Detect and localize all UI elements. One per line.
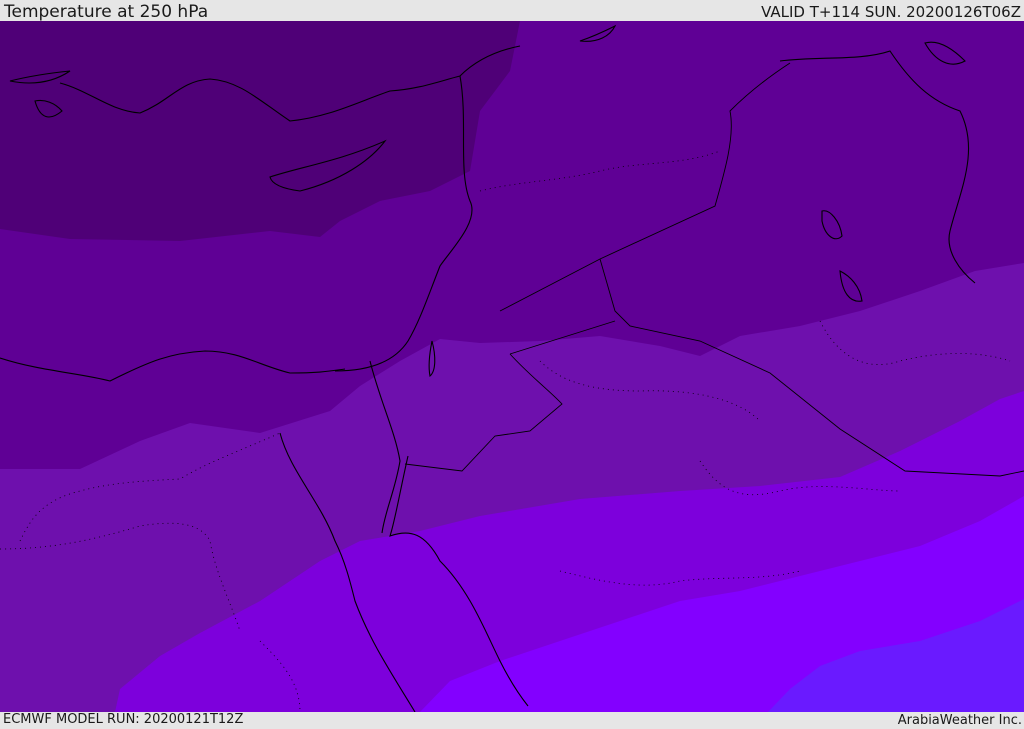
model-run: ECMWF MODEL RUN: 20200121T12Z	[3, 712, 244, 727]
temperature-map	[0, 21, 1024, 712]
header-bar: Temperature at 250 hPa VALID T+114 SUN. …	[0, 0, 1024, 22]
footer-bar: ECMWF MODEL RUN: 20200121T12Z ArabiaWeat…	[0, 712, 1024, 729]
valid-time: VALID T+114 SUN. 20200126T06Z	[761, 3, 1021, 21]
map-panel[interactable]	[0, 21, 1024, 712]
map-title: Temperature at 250 hPa	[4, 2, 209, 22]
credit-text: ArabiaWeather Inc.	[897, 713, 1022, 728]
